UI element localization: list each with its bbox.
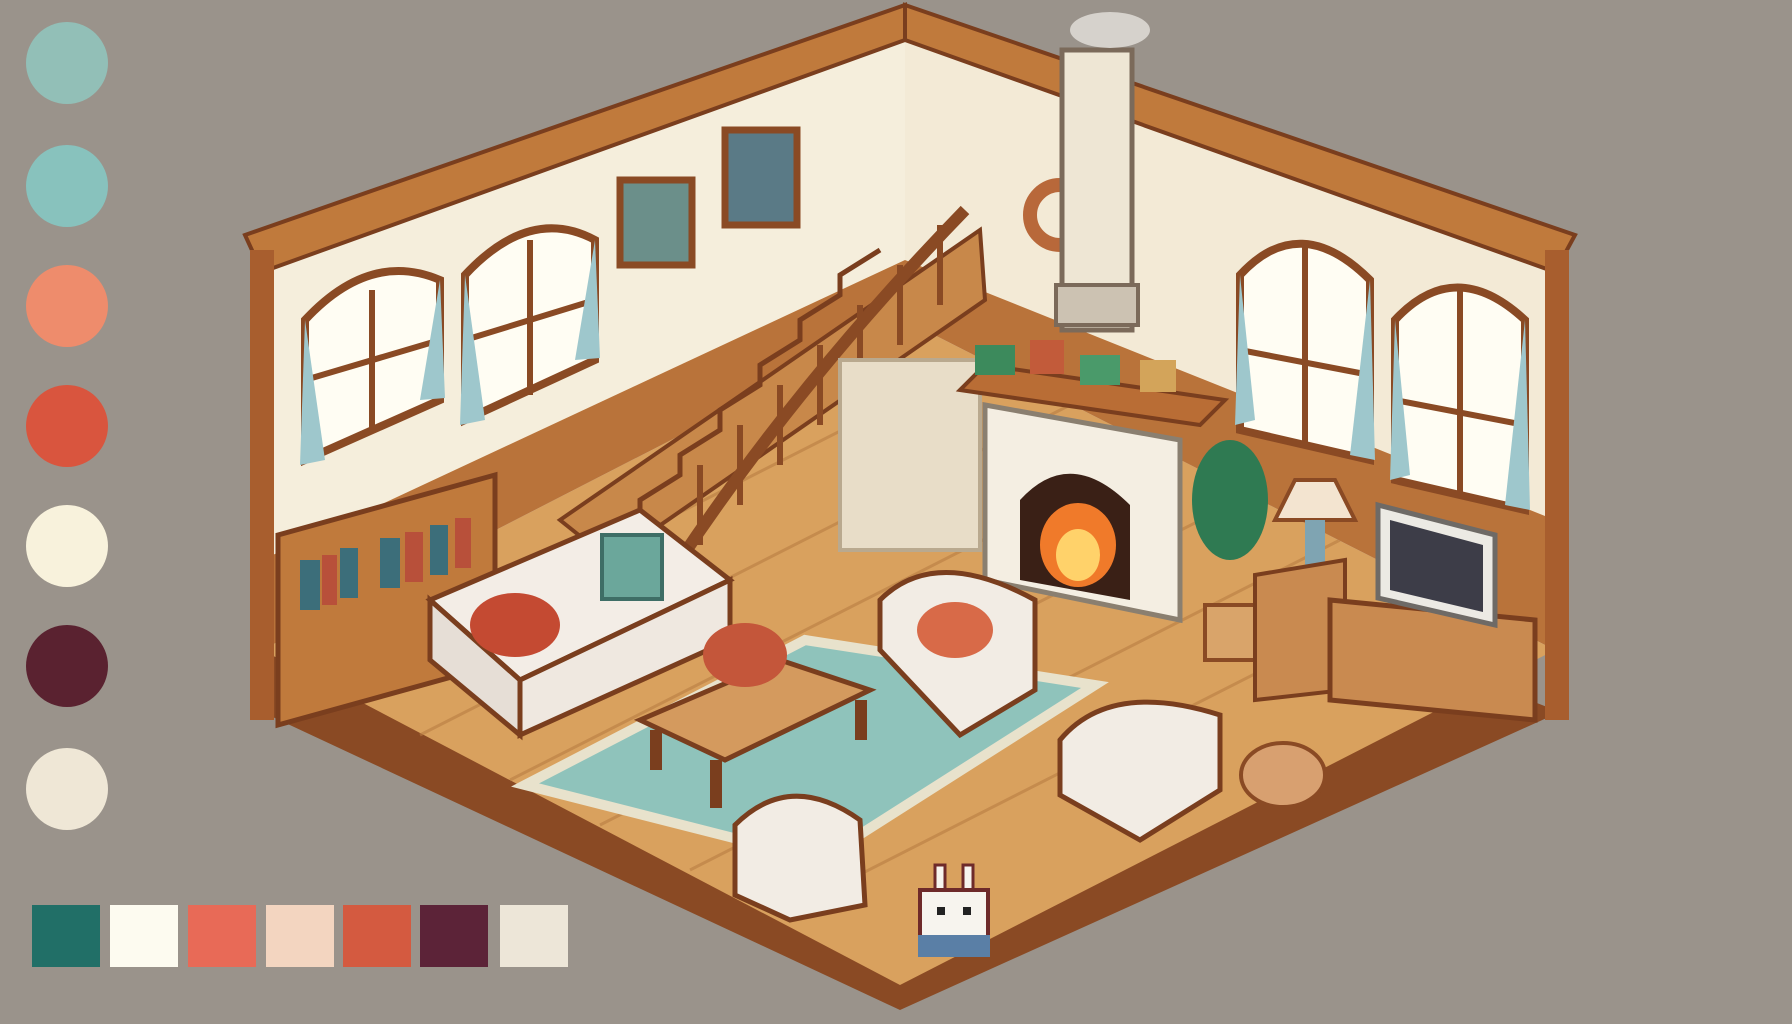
window-right-2 [1390,283,1530,516]
cushion-icon [470,593,560,657]
armchair-front-left [732,793,868,923]
picture-frame [616,176,696,269]
right-corner-post [1545,250,1569,720]
cushion-teal [600,533,664,601]
picture-frame-2 [721,126,801,229]
flower-bowl [703,623,787,687]
chimney-band [1054,283,1140,327]
tv-stand [1327,597,1538,723]
window-right-1 [1235,239,1375,466]
game-scene [0,0,1792,1024]
left-corner-post [250,250,274,720]
isometric-room [242,2,1578,1010]
pouf [1239,741,1327,809]
chimney-smoke [1070,12,1150,48]
